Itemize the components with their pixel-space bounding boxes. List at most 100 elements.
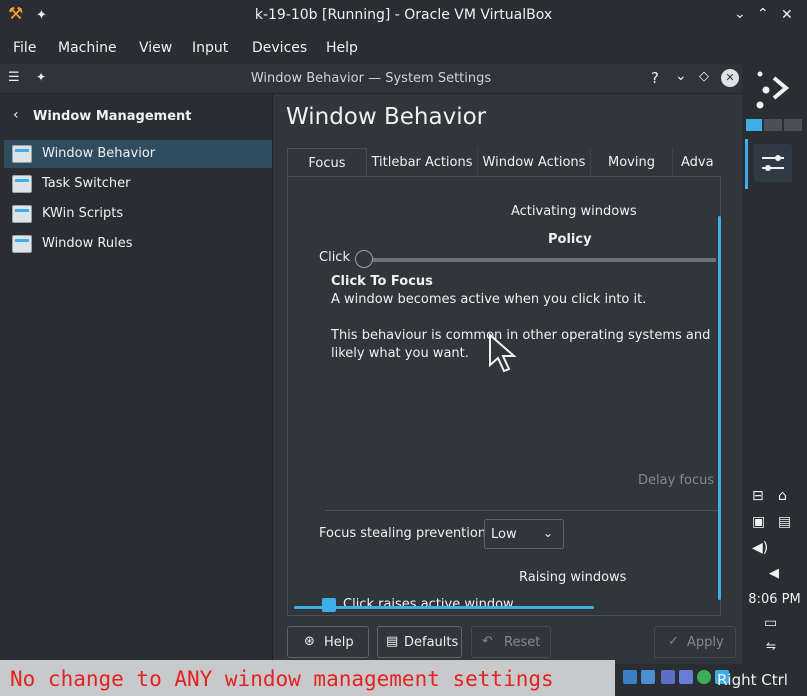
focus-tab-panel: Activating windows Policy Click Click To… [287, 176, 721, 616]
sidebar-back-label[interactable]: Window Management [33, 109, 192, 124]
clipboard-icon[interactable]: ▤ [778, 514, 791, 530]
help-button[interactable]: ⊛ Help [287, 626, 369, 658]
task-switcher-icon [12, 175, 32, 193]
desktop-2[interactable] [764, 119, 782, 131]
menu-input[interactable]: Input [192, 40, 228, 56]
vbox-titlebar: ⚒ ✦ k-19-10b [Running] - Oracle VM Virtu… [0, 0, 807, 32]
application-launcher-icon[interactable] [752, 70, 796, 110]
network-icon[interactable]: ⊟ [752, 488, 764, 504]
keep-above-icon[interactable]: ◇ [699, 69, 709, 84]
help-lifebuoy-icon: ⊛ [304, 634, 315, 649]
raising-heading: Raising windows [519, 570, 627, 585]
tab-titlebar-actions[interactable]: Titlebar Actions [367, 148, 478, 177]
panel-settings-icon[interactable]: ⇋ [766, 639, 776, 653]
menu-file[interactable]: File [13, 40, 36, 56]
policy-name: Click To Focus [331, 274, 433, 289]
system-settings-task-icon[interactable] [754, 144, 792, 182]
menu-devices[interactable]: Devices [252, 40, 307, 56]
settings-titlebar: ☰ ✦ Window Behavior — System Settings ? … [0, 64, 742, 94]
reset-button-label: Reset [504, 635, 541, 650]
tab-advanced[interactable]: Adva [673, 148, 717, 177]
help-button-label: Help [324, 635, 354, 650]
virtual-desktop-pager[interactable] [746, 119, 802, 131]
display-status-icon[interactable] [623, 670, 637, 684]
sidebar-item-window-rules[interactable]: Window Rules [4, 230, 272, 258]
expand-tray-icon[interactable]: ◀ [769, 566, 779, 581]
clock[interactable]: 8:06 PM [742, 592, 807, 607]
policy-slider-track[interactable] [356, 258, 716, 262]
focus-stealing-value: Low [491, 527, 517, 542]
apply-button-label: Apply [687, 635, 724, 650]
policy-label: Policy [548, 232, 592, 247]
sidebar-item-label: Window Rules [42, 236, 133, 251]
settings-sliders-icon [762, 155, 784, 171]
reset-button[interactable]: ↶ Reset [471, 626, 551, 658]
host-key-label: Right Ctrl [717, 671, 788, 689]
network-status-icon[interactable] [641, 670, 655, 684]
minimize-icon[interactable]: ⌄ [734, 6, 746, 22]
sidebar-back-header[interactable]: ‹ Window Management [0, 94, 273, 140]
settings-window-title: Window Behavior — System Settings [250, 71, 492, 86]
vertical-scrollbar[interactable] [718, 216, 721, 600]
guest-additions-icon[interactable] [697, 670, 711, 684]
sidebar-item-task-switcher[interactable]: Task Switcher [4, 170, 272, 198]
script-icon [12, 205, 32, 223]
usb-status-icon[interactable] [661, 670, 675, 684]
delay-focus-label: Delay focus [638, 473, 715, 488]
focus-stealing-select[interactable]: Low ⌄ [484, 519, 564, 549]
sidebar: ‹ Window Management Window Behavior Task… [0, 94, 273, 696]
sidebar-item-label: KWin Scripts [42, 206, 124, 221]
usb-icon[interactable]: ⌂ [778, 488, 787, 504]
close-icon[interactable]: ✕ [721, 69, 739, 87]
annotation-caption: No change to ANY window management setti… [10, 667, 554, 691]
menu-help[interactable]: Help [326, 40, 358, 56]
chevron-left-icon[interactable]: ‹ [13, 107, 19, 123]
slider-click-label: Click [319, 250, 350, 265]
sidebar-item-label: Task Switcher [42, 176, 131, 191]
menu-view[interactable]: View [139, 40, 172, 56]
tab-moving[interactable]: Moving [591, 148, 673, 177]
desktop-3[interactable] [784, 119, 802, 131]
close-icon[interactable]: ✕ [781, 7, 793, 23]
window-rules-icon [12, 235, 32, 253]
click-raises-checkbox[interactable] [322, 598, 336, 612]
click-raises-label[interactable]: Click raises active window [343, 596, 514, 614]
task-active-indicator [745, 139, 748, 189]
reset-icon: ↶ [482, 634, 493, 649]
focus-stealing-label: Focus stealing prevention [319, 526, 487, 541]
virtualization-status-icon[interactable] [679, 670, 693, 684]
vbox-window-title: k-19-10b [Running] - Oracle VM VirtualBo… [254, 7, 553, 23]
vbox-menubar: File Machine View Input Devices Help [0, 32, 807, 64]
apply-button[interactable]: ✓ Apply [654, 626, 736, 658]
plasma-panel: ⊟ ⌂ ▣ ▤ ◀) ◀ 8:06 PM ▭ ⇋ [742, 64, 807, 696]
show-desktop-icon[interactable]: ▭ [764, 615, 777, 631]
policy-description-line1: A window becomes active when you click i… [331, 292, 647, 307]
tab-window-actions[interactable]: Window Actions [478, 148, 591, 177]
volume-icon[interactable]: ◀) [752, 540, 768, 556]
system-settings-window: ☰ ✦ Window Behavior — System Settings ? … [0, 64, 742, 696]
menu-machine[interactable]: Machine [58, 40, 117, 56]
horizontal-scrollbar[interactable] [294, 606, 594, 609]
tab-focus[interactable]: Focus [287, 148, 367, 177]
settings-content: Window Behavior Focus Titlebar Actions W… [274, 94, 742, 696]
disk-icon[interactable]: ▣ [752, 514, 765, 530]
sidebar-item-kwin-scripts[interactable]: KWin Scripts [4, 200, 272, 228]
defaults-button[interactable]: ▤ Defaults [377, 626, 462, 658]
help-icon[interactable]: ? [651, 69, 659, 87]
maximize-icon[interactable]: ⌃ [757, 6, 769, 22]
section-divider [325, 510, 720, 511]
policy-slider-handle[interactable] [355, 250, 373, 268]
checkmark-icon: ✓ [668, 634, 679, 649]
activating-heading: Activating windows [511, 204, 637, 219]
window-icon [12, 145, 32, 163]
mouse-cursor-icon [489, 333, 517, 373]
policy-description-line3: likely what you want. [331, 346, 469, 361]
sidebar-item-label: Window Behavior [42, 146, 156, 161]
policy-description-line2: This behaviour is common in other operat… [331, 328, 711, 343]
minimize-icon[interactable]: ⌄ [675, 68, 687, 84]
tab-bar: Focus Titlebar Actions Window Actions Mo… [287, 148, 717, 177]
defaults-icon: ▤ [386, 634, 399, 649]
desktop-1[interactable] [746, 119, 762, 131]
page-title: Window Behavior [286, 104, 487, 130]
sidebar-item-window-behavior[interactable]: Window Behavior [4, 140, 272, 168]
